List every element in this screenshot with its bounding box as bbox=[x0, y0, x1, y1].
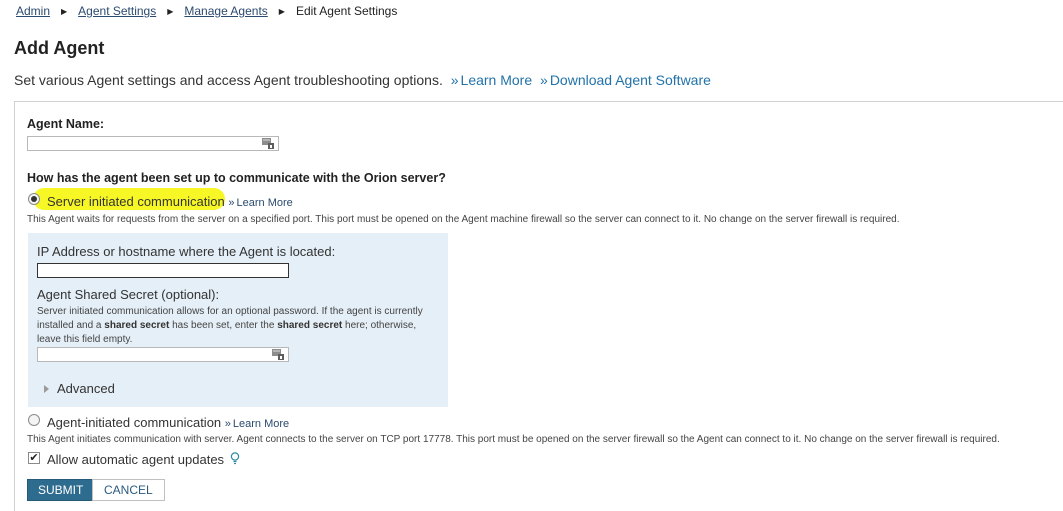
breadcrumb-separator-icon: ▶ bbox=[278, 6, 285, 16]
server-learn-more[interactable]: » Learn More bbox=[228, 197, 292, 209]
agent-name-label: Agent Name: bbox=[27, 117, 105, 131]
auto-update-option: Allow automatic agent updates bbox=[47, 452, 240, 467]
agent-initiated-radio[interactable] bbox=[28, 414, 40, 426]
agent-learn-more[interactable]: » Learn More bbox=[225, 418, 289, 430]
shared-secret-help: Server initiated communication allows fo… bbox=[37, 306, 423, 345]
ip-address-input[interactable] bbox=[37, 263, 289, 278]
subtitle-text: Set various Agent settings and access Ag… bbox=[14, 72, 443, 88]
page-title: Add Agent bbox=[14, 38, 105, 58]
shared-secret-input[interactable] bbox=[37, 347, 289, 362]
communication-question: How has the agent been set up to communi… bbox=[27, 171, 446, 185]
breadcrumb-current: Edit Agent Settings bbox=[295, 4, 398, 18]
download-agent-link[interactable]: Download Agent Software bbox=[550, 72, 711, 88]
server-initiated-label[interactable]: Server initiated communication bbox=[47, 194, 225, 209]
agent-initiated-label[interactable]: Agent-initiated communication bbox=[47, 415, 221, 430]
agent-name-input[interactable] bbox=[27, 136, 279, 151]
lightbulb-icon[interactable] bbox=[230, 452, 240, 465]
server-initiated-description: This Agent waits for requests from the s… bbox=[27, 214, 900, 225]
page-subtitle: Set various Agent settings and access Ag… bbox=[14, 72, 711, 88]
breadcrumb: Admin ▶ Agent Settings ▶ Manage Agents ▶… bbox=[16, 4, 397, 18]
agent-initiated-option: Agent-initiated communication » Learn Mor… bbox=[47, 415, 289, 430]
breadcrumb-agent-settings[interactable]: Agent Settings bbox=[78, 4, 156, 18]
breadcrumb-manage-agents[interactable]: Manage Agents bbox=[184, 4, 267, 18]
breadcrumb-separator-icon: ▶ bbox=[167, 6, 174, 16]
auto-update-label[interactable]: Allow automatic agent updates bbox=[47, 452, 224, 467]
key-icon[interactable] bbox=[272, 349, 284, 360]
breadcrumb-admin[interactable]: Admin bbox=[16, 4, 50, 18]
server-initiated-option: Server initiated communication » Learn Mo… bbox=[47, 194, 293, 209]
learn-more-link[interactable]: Learn More bbox=[461, 72, 533, 88]
key-icon[interactable] bbox=[262, 138, 274, 149]
chevron-right-icon bbox=[44, 384, 49, 393]
advanced-label: Advanced bbox=[57, 381, 115, 396]
submit-button[interactable]: SUBMIT bbox=[27, 479, 95, 501]
breadcrumb-separator-icon: ▶ bbox=[61, 6, 68, 16]
cancel-button[interactable]: CANCEL bbox=[92, 479, 165, 501]
auto-update-checkbox[interactable]: ✔ bbox=[28, 452, 40, 464]
shared-secret-label: Agent Shared Secret (optional): bbox=[37, 287, 220, 302]
server-initiated-radio[interactable] bbox=[28, 193, 40, 205]
server-settings-box: IP Address or hostname where the Agent i… bbox=[28, 233, 448, 407]
ip-address-label: IP Address or hostname where the Agent i… bbox=[37, 244, 336, 259]
agent-initiated-description: This Agent initiates communication with … bbox=[27, 434, 1000, 445]
advanced-toggle[interactable]: Advanced bbox=[44, 381, 115, 396]
agent-form-panel: Agent Name: How has the agent been set u… bbox=[14, 101, 1063, 511]
